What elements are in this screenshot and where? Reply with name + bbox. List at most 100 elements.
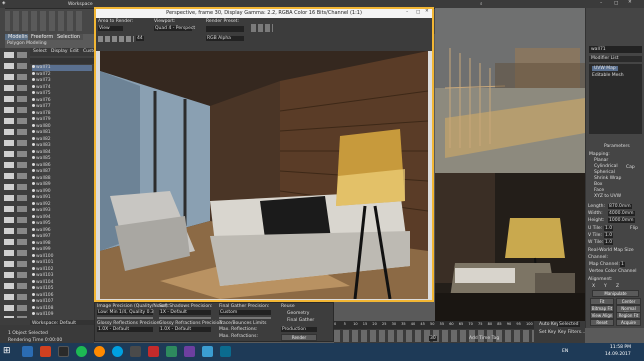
search-icon[interactable]: ⌕ [480, 1, 483, 7]
visibility-icon[interactable] [32, 305, 35, 309]
visibility-icon[interactable] [32, 247, 35, 250]
visibility-icon[interactable] [32, 253, 35, 257]
viewport-perspective-top[interactable] [435, 8, 585, 173]
cap-label[interactable]: Cap [626, 165, 635, 170]
area-dropdown[interactable]: View [98, 26, 123, 31]
menu-select[interactable]: Select [33, 49, 47, 54]
windows-start-icon[interactable]: ⊞ [3, 346, 11, 356]
3dsmax-taskbar-icon[interactable] [220, 346, 231, 357]
close-icon[interactable]: ✕ [628, 0, 632, 5]
explorer-taskbar-icon[interactable] [22, 346, 33, 357]
view-align-button[interactable]: View Align [590, 312, 614, 319]
tab-freeform[interactable]: Freeform [28, 34, 57, 40]
spotify-taskbar-icon[interactable] [76, 346, 87, 357]
scene-list-item[interactable]: wall72 [32, 71, 92, 78]
visibility-icon[interactable] [32, 65, 35, 68]
rendered-frame-window[interactable]: Perspective, frame 30, Display Gamma: 2.… [94, 7, 434, 302]
scene-list-item[interactable]: wall87 [32, 169, 92, 175]
skype-taskbar-icon[interactable] [112, 346, 123, 357]
scene-list-item[interactable]: wall104 [32, 279, 92, 286]
scene-list-item[interactable]: wall76 [32, 97, 92, 104]
viewport-perspective-bottom[interactable] [435, 173, 585, 322]
vertex-color-radio[interactable]: Vertex Color Channel [589, 269, 637, 274]
visibility-icon[interactable] [32, 260, 35, 263]
visibility-icon[interactable] [32, 227, 35, 231]
visibility-icon[interactable] [32, 208, 35, 211]
height-input[interactable]: 1000.0mm [608, 218, 635, 223]
menu-display[interactable]: Display [51, 49, 68, 54]
workspace-label[interactable]: Workspace [68, 2, 93, 7]
visibility-icon[interactable] [32, 175, 35, 179]
firefox-taskbar-icon[interactable] [94, 346, 105, 357]
mapping-radio-option[interactable]: Spherical [594, 170, 615, 175]
center-button[interactable]: Center [616, 298, 641, 305]
align-z[interactable]: Z [616, 284, 619, 289]
clock-date[interactable]: 14.09.2017 [605, 352, 631, 357]
map-channel-input[interactable]: 1 [620, 262, 625, 267]
toolbar-icons[interactable] [4, 11, 84, 31]
visibility-icon[interactable] [32, 97, 35, 101]
mapping-radio-option[interactable]: Shrink Wrap [594, 176, 621, 181]
scene-list-item[interactable]: wall73 [32, 78, 92, 84]
mapping-radio-option[interactable]: Cylindrical [594, 164, 618, 169]
visibility-icon[interactable] [32, 195, 35, 198]
final-gather-dropdown[interactable]: Custom [219, 310, 271, 315]
scene-list-item[interactable]: wall74 [32, 84, 92, 91]
utile-input[interactable]: 1.0 [604, 226, 614, 231]
visibility-icon[interactable] [32, 273, 35, 276]
tab-selection[interactable]: Selection [54, 34, 84, 40]
add-time-tag[interactable]: Add Time Tag [469, 336, 499, 341]
scene-list-item[interactable]: wall79 [32, 117, 92, 123]
app5-taskbar-icon[interactable] [202, 346, 213, 357]
glossy-refl-dropdown[interactable]: 1.0X - Default [97, 327, 153, 332]
visibility-icon[interactable] [32, 169, 35, 172]
timeline[interactable]: 0 5 10 15 20 25 30 35 40 45 50 55 60 65 70 75 80 85 90 95 10… [334, 321, 585, 343]
img-precision-slider[interactable] [97, 317, 153, 319]
production-dropdown[interactable]: Production [281, 327, 317, 332]
polygon-modeling-label[interactable]: Polygon Modeling [7, 41, 47, 46]
visibility-icon[interactable] [32, 286, 35, 289]
visibility-icon[interactable] [32, 117, 35, 120]
app-logo[interactable]: ◈ [2, 1, 5, 6]
visibility-icon[interactable] [32, 162, 35, 166]
rw-minimize-icon[interactable]: – [406, 10, 408, 15]
render-action-icons[interactable] [251, 24, 273, 32]
mapping-radio-option[interactable]: Planar [594, 158, 608, 163]
scene-list-item[interactable]: wall106 [32, 292, 92, 299]
visibility-icon[interactable] [32, 312, 35, 315]
final-gather-checkbox[interactable]: Final Gather [287, 318, 314, 323]
visibility-icon[interactable] [32, 266, 35, 270]
width-input[interactable]: 4000.0mm [608, 211, 635, 216]
region-fit-button[interactable]: Region Fit [616, 312, 641, 319]
scene-list-item[interactable]: wall96 [32, 227, 92, 234]
scene-list-item[interactable]: wall94 [32, 214, 92, 221]
final-gather-slider[interactable] [219, 317, 271, 319]
scene-list-item[interactable]: wall77 [32, 104, 92, 110]
scene-list-item[interactable]: wall83 [32, 143, 92, 149]
visibility-icon[interactable] [32, 214, 35, 218]
scene-list-item[interactable]: wall93 [32, 208, 92, 214]
visibility-icon[interactable] [32, 240, 35, 244]
scene-list-item[interactable]: wall103 [32, 273, 92, 279]
visibility-icon[interactable] [32, 136, 35, 140]
visibility-icon[interactable] [32, 84, 35, 88]
realworld-checkbox[interactable]: Real-World Map Size [588, 248, 634, 253]
scene-list-item[interactable]: wall99 [32, 247, 92, 253]
scene-list-item[interactable]: wall84 [32, 149, 92, 156]
visibility-icon[interactable] [32, 182, 35, 185]
tool-taskbar-icon[interactable] [130, 346, 141, 357]
mapping-radio-option[interactable]: Face [594, 188, 604, 193]
visibility-icon[interactable] [32, 156, 35, 159]
visibility-icon[interactable] [32, 201, 35, 205]
visibility-icon[interactable] [32, 221, 35, 224]
mapping-radio-option[interactable]: Box [594, 182, 602, 187]
visibility-icon[interactable] [32, 110, 35, 114]
mapping-radio-option[interactable]: XYZ to UVW [594, 194, 621, 199]
app3-taskbar-icon[interactable] [166, 346, 177, 357]
app2-taskbar-icon[interactable] [148, 346, 159, 357]
visibility-icon[interactable] [32, 292, 35, 296]
scene-list-item[interactable]: wall88 [32, 175, 92, 182]
scene-list-item[interactable]: wall108 [32, 305, 92, 312]
scene-list-item[interactable]: wall100 [32, 253, 92, 260]
modifier-stack[interactable]: UVW Map Editable Mesh [589, 64, 642, 134]
